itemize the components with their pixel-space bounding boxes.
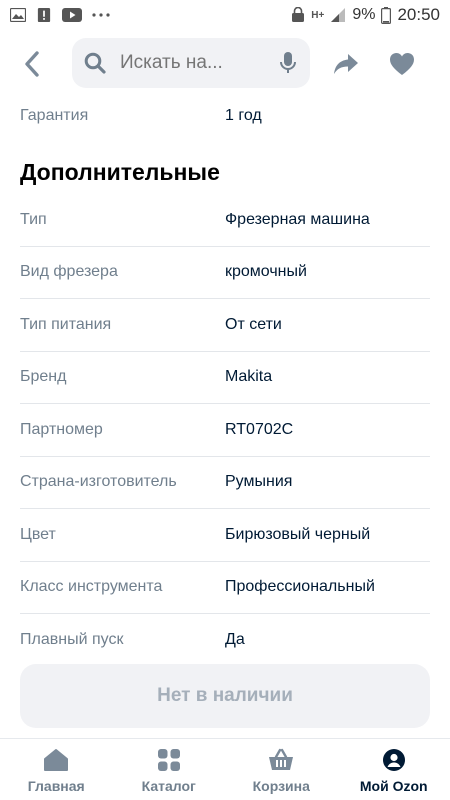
spec-value: Да bbox=[225, 631, 245, 649]
spec-row: Вид фрезера кромочный bbox=[20, 247, 430, 299]
more-notifications-icon bbox=[92, 13, 110, 17]
search-input[interactable] bbox=[120, 52, 256, 74]
spec-row: Партномер RT0702C bbox=[20, 404, 430, 457]
spec-row: Плавный пуск Да bbox=[20, 614, 430, 667]
status-bar: H+ 9% 20:50 bbox=[0, 0, 450, 30]
spec-key: Гарантия bbox=[20, 107, 89, 124]
battery-icon bbox=[381, 6, 392, 24]
section-title: Дополнительные bbox=[20, 158, 220, 185]
nav-item-catalog[interactable]: Каталог bbox=[113, 739, 226, 800]
spec-key: Партномер bbox=[20, 420, 103, 438]
spec-key: Страна-изготовитель bbox=[20, 473, 177, 491]
spec-key: Тип питания bbox=[20, 315, 112, 333]
share-icon bbox=[334, 54, 358, 74]
search-bar[interactable] bbox=[72, 38, 310, 88]
spec-row: Страна-изготовитель Румыния bbox=[20, 457, 430, 509]
status-bar-system: H+ 9% 20:50 bbox=[291, 5, 440, 25]
share-button[interactable] bbox=[330, 48, 362, 80]
bottom-nav: Главная Каталог Корзина Мой Ozon bbox=[0, 738, 450, 800]
spec-key: Класс инструмента bbox=[20, 578, 163, 596]
spec-value: Makita bbox=[225, 368, 273, 386]
spec-row: Класс инструмента Профессиональный bbox=[20, 562, 430, 614]
catalog-icon bbox=[157, 749, 180, 771]
chevron-left-icon bbox=[25, 51, 39, 77]
product-header bbox=[0, 30, 450, 96]
spec-row-warranty: Гарантия 1 год bbox=[20, 96, 430, 136]
profile-icon bbox=[382, 749, 405, 771]
home-icon bbox=[44, 749, 69, 771]
spec-key: Тип bbox=[20, 210, 47, 228]
lock-status-icon bbox=[292, 7, 305, 22]
favorite-button[interactable] bbox=[385, 48, 419, 80]
status-bar-notifications bbox=[10, 8, 110, 22]
microphone-icon[interactable] bbox=[278, 51, 298, 75]
spec-key: Плавный пуск bbox=[20, 631, 124, 649]
nav-item-home[interactable]: Главная bbox=[0, 739, 113, 800]
spec-key: Вид фрезера bbox=[20, 263, 118, 281]
spec-row: Бренд Makita bbox=[20, 352, 430, 404]
search-icon bbox=[84, 52, 106, 74]
nav-label: Каталог bbox=[141, 778, 196, 794]
clock: 20:50 bbox=[397, 5, 440, 24]
alert-notification-icon bbox=[37, 8, 51, 22]
spec-key: Бренд bbox=[20, 368, 67, 386]
spec-value: Бирюзовый черный bbox=[225, 525, 371, 543]
heart-icon bbox=[390, 53, 414, 75]
nav-item-profile[interactable]: Мой Ozon bbox=[338, 739, 450, 800]
signal-icon bbox=[331, 8, 346, 22]
nav-label: Главная bbox=[27, 778, 85, 794]
spec-value: 1 год bbox=[225, 107, 262, 124]
spec-key: Цвет bbox=[20, 525, 56, 543]
network-type: H+ bbox=[311, 9, 325, 21]
spec-value: кромочный bbox=[225, 263, 307, 281]
spec-value: Фрезерная машина bbox=[225, 210, 370, 228]
spec-row: Цвет Бирюзовый черный bbox=[20, 509, 430, 562]
nav-item-cart[interactable]: Корзина bbox=[225, 739, 338, 800]
spec-value: Румыния bbox=[225, 473, 293, 491]
spec-row: Тип питания От сети bbox=[20, 299, 430, 352]
back-button[interactable] bbox=[16, 48, 48, 80]
nav-label: Мой Ozon bbox=[359, 778, 428, 794]
image-notification-icon bbox=[10, 8, 26, 22]
youtube-notification-icon bbox=[62, 8, 82, 22]
nav-label: Корзина bbox=[252, 778, 310, 794]
spec-value: Профессиональный bbox=[225, 578, 375, 596]
out-of-stock-button[interactable]: Нет в наличии bbox=[20, 664, 430, 728]
spec-value: От сети bbox=[225, 315, 282, 333]
battery-percent: 9% bbox=[352, 6, 376, 23]
product-specs: Гарантия 1 год Дополнительные Тип Фрезер… bbox=[0, 96, 450, 667]
spec-value: RT0702C bbox=[225, 420, 294, 438]
spec-row: Тип Фрезерная машина bbox=[20, 194, 430, 247]
cart-icon bbox=[269, 748, 294, 770]
